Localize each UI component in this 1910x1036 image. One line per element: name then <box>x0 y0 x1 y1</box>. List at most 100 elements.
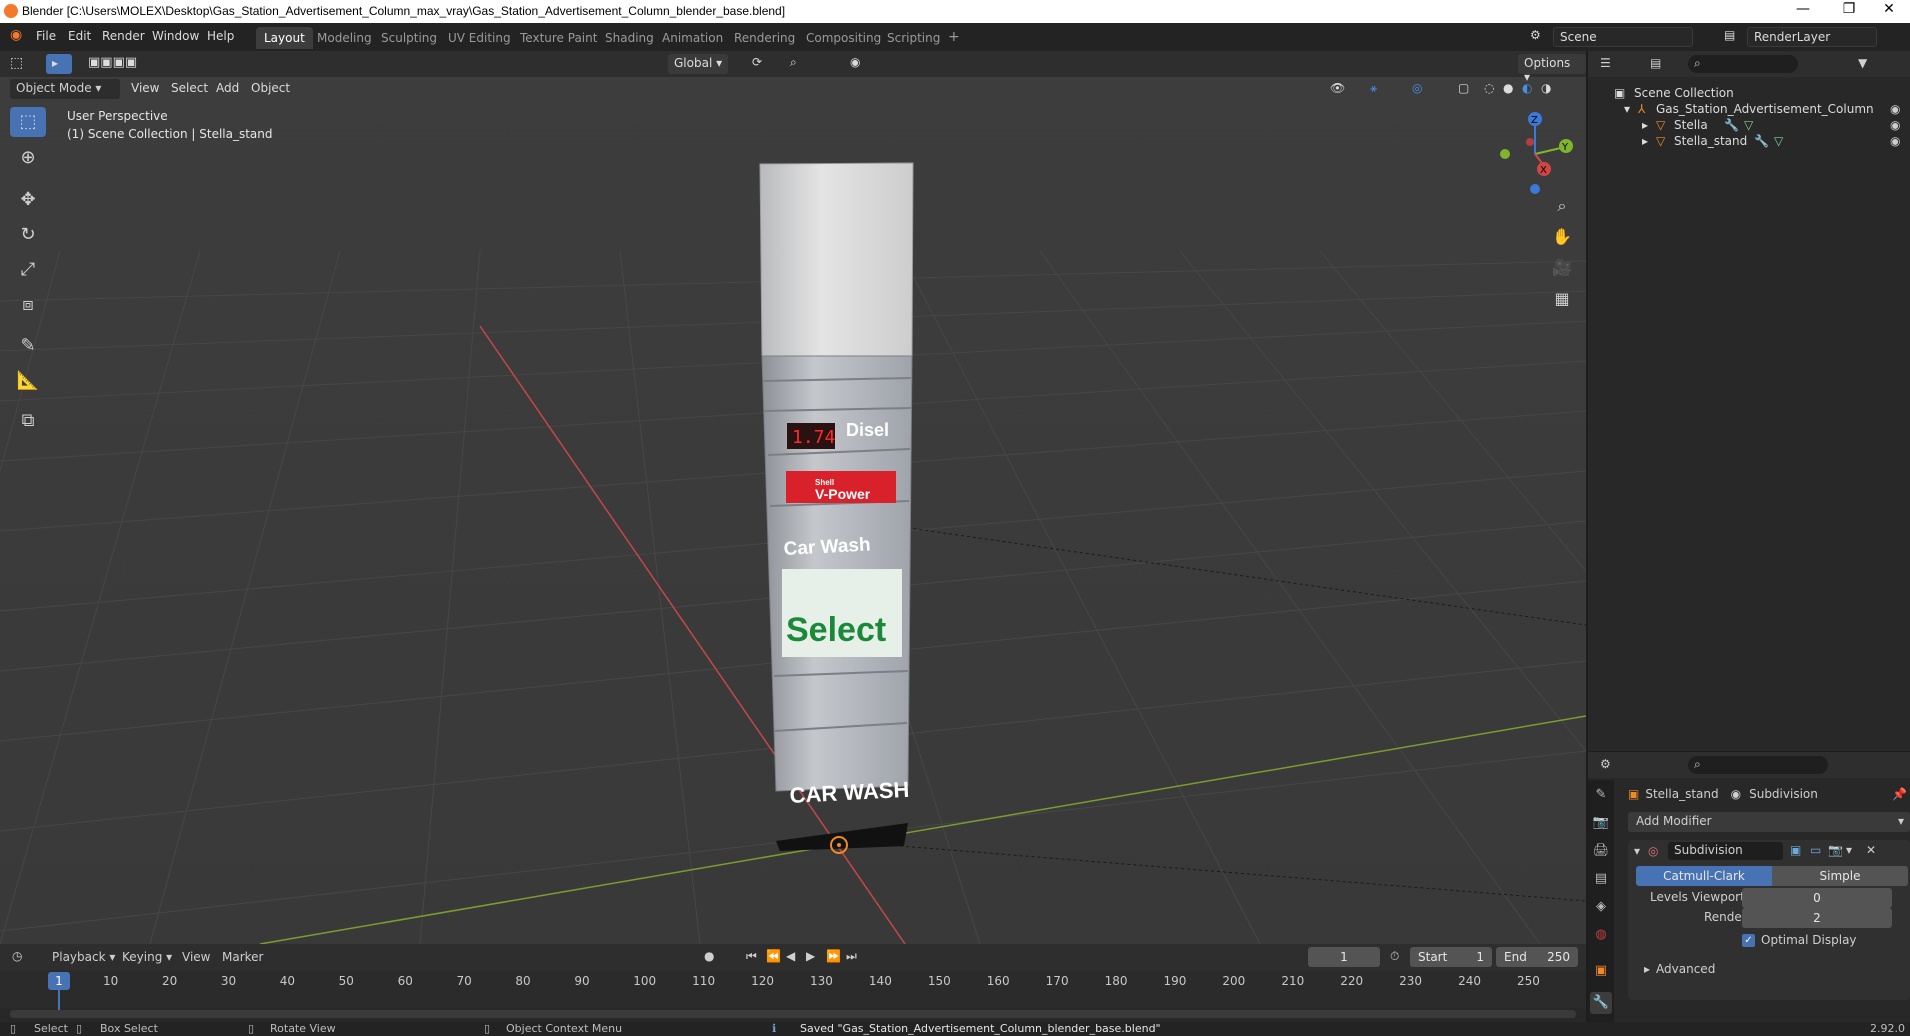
properties-search-input[interactable]: ⌕ <box>1688 756 1828 774</box>
timeline-ruler[interactable]: 1 10 20 30 40 50 60 70 80 90 100 110 120 130 140 150 16… <box>0 970 1586 1010</box>
optimal-display-checkbox[interactable]: ✓ Optimal Display <box>1742 933 1857 947</box>
editor-type-icon[interactable]: ⬚ <box>10 55 23 71</box>
rotate-icon[interactable]: ↻ <box>10 220 46 250</box>
prev-keyframe-icon[interactable]: ⏪ <box>766 949 781 963</box>
add-cube-icon[interactable]: ⧉ <box>10 406 46 436</box>
simple-button[interactable]: Simple <box>1772 866 1908 886</box>
jump-end-icon[interactable]: ⏭ <box>846 949 857 964</box>
tab-scripting[interactable]: Scripting <box>879 27 948 49</box>
object-mode-dropdown[interactable]: Object Mode ▾ <box>10 79 120 99</box>
menu-help[interactable]: Help <box>207 29 234 43</box>
menu-file[interactable]: File <box>36 29 56 43</box>
mesh-data-icon[interactable]: ▽ <box>1744 118 1753 132</box>
viewport-menu-add[interactable]: Add <box>216 81 239 95</box>
collapse-chevron-icon[interactable]: ▾ <box>1634 844 1640 858</box>
render-toggle-icon[interactable]: 📷 <box>1828 843 1843 857</box>
eye-icon[interactable]: ◉ <box>1890 102 1900 116</box>
tab-shading[interactable]: Shading <box>597 27 662 49</box>
view-layer-icon[interactable]: ▤ <box>1724 28 1735 42</box>
playhead-marker[interactable]: 1 <box>48 972 70 990</box>
display-mode-icon[interactable]: ▤ <box>1650 56 1661 70</box>
overlay-toggle-icon[interactable]: ◎ <box>1412 81 1422 95</box>
outliner-editor-icon[interactable]: ☰ <box>1600 56 1611 70</box>
modifier-menu-icon[interactable]: ▾ <box>1846 843 1852 857</box>
start-frame-field[interactable]: Start 1 <box>1410 947 1492 967</box>
render-levels-field[interactable]: 2 <box>1742 908 1892 928</box>
tab-uv-editing[interactable]: UV Editing <box>440 27 519 49</box>
navigation-gizmo[interactable]: Z Y X <box>1490 109 1580 199</box>
gizmo-toggle-icon[interactable]: ⚹ <box>1370 81 1377 96</box>
select-box-icon[interactable]: ⬚ <box>10 107 46 137</box>
measure-icon[interactable]: 📐 <box>10 366 46 396</box>
solid-shading-icon[interactable]: ● <box>1503 81 1513 95</box>
expand-chevron-icon[interactable]: ▸ <box>1642 134 1648 148</box>
timeline-menu-keying[interactable]: Keying ▾ <box>122 950 172 964</box>
timeline-editor-icon[interactable]: ◷ <box>12 949 22 963</box>
outliner-row-stella-stand[interactable]: ▸ ▽ Stella_stand 🔧 ▽ ◉ <box>1588 131 1910 151</box>
play-reverse-icon[interactable]: ◀ <box>786 949 795 963</box>
modifier-name-field[interactable]: Subdivision <box>1668 842 1783 860</box>
xray-icon[interactable]: ▢ <box>1458 81 1469 95</box>
tab-texture-paint[interactable]: Texture Paint <box>512 27 605 49</box>
transform-icon[interactable]: ⧈ <box>10 290 46 320</box>
scene-name-field[interactable]: Scene <box>1553 27 1693 47</box>
close-window-button[interactable]: ✕ <box>1866 1 1910 17</box>
tab-animation[interactable]: Animation <box>654 27 731 49</box>
levels-viewport-field[interactable]: 0 <box>1742 888 1892 908</box>
tool-tab-icon[interactable]: ✎ <box>1590 784 1612 806</box>
record-icon[interactable]: ● <box>704 949 714 963</box>
3d-viewport[interactable]: 1.74 Disel Shell V-Power Car Wash Select… <box>0 51 1586 944</box>
pan-hand-icon[interactable]: ✋ <box>1548 223 1576 251</box>
viewport-toggle-icon[interactable]: ▭ <box>1810 843 1821 857</box>
move-icon[interactable]: ✥ <box>10 185 46 215</box>
viewport-menu-object[interactable]: Object <box>251 81 290 95</box>
advanced-subpanel[interactable]: ▸ Advanced <box>1644 962 1715 976</box>
pivot-icon[interactable]: ⟳ <box>752 55 762 69</box>
options-dropdown[interactable]: Options ▾ <box>1518 54 1586 84</box>
timeline-scrollbar[interactable] <box>10 1010 1576 1018</box>
visibility-icon[interactable]: 👁 <box>1330 81 1345 95</box>
snap-icon[interactable]: ⌕ <box>790 55 797 70</box>
scene-selector-icon[interactable]: ⚙ <box>1530 28 1541 42</box>
cursor-icon[interactable]: ⊕ <box>10 143 46 173</box>
blender-menu-icon[interactable]: ◉ <box>10 27 22 43</box>
expand-chevron-icon[interactable]: ▸ <box>1642 118 1648 132</box>
properties-editor-icon[interactable]: ⚙ <box>1600 757 1611 771</box>
modifier-wrench-icon[interactable]: 🔧 <box>1754 134 1769 148</box>
scale-icon[interactable]: ⤢ <box>10 255 46 285</box>
view-layer-tab-icon[interactable]: ▤ <box>1590 868 1612 890</box>
tab-modeling[interactable]: Modeling <box>309 27 380 49</box>
rendered-shading-icon[interactable]: ◑ <box>1541 81 1551 95</box>
zoom-icon[interactable]: ⌕ <box>1548 192 1576 220</box>
menu-edit[interactable]: Edit <box>68 29 91 43</box>
filter-icon[interactable]: ▼ <box>1858 56 1867 70</box>
mesh-data-icon[interactable]: ▽ <box>1774 134 1783 148</box>
current-frame-field[interactable]: 1 <box>1308 947 1380 967</box>
catmull-clark-button[interactable]: Catmull-Clark <box>1636 866 1772 886</box>
minimize-button[interactable]: — <box>1780 1 1826 17</box>
tab-rendering[interactable]: Rendering <box>726 27 803 49</box>
ortho-grid-icon[interactable]: ▦ <box>1548 285 1576 313</box>
outliner-search-input[interactable]: ⌕ <box>1688 55 1798 73</box>
annotate-icon[interactable]: ✎ <box>10 331 46 361</box>
add-workspace-icon[interactable]: + <box>940 25 968 47</box>
timeline-menu-marker[interactable]: Marker <box>222 950 263 964</box>
viewport-menu-select[interactable]: Select <box>171 81 208 95</box>
object-tab-icon[interactable]: ▣ <box>1590 960 1612 982</box>
tab-sculpting[interactable]: Sculpting <box>373 27 445 49</box>
proportional-edit-icon[interactable]: ◉ <box>850 55 860 69</box>
eye-icon[interactable]: ◉ <box>1890 118 1900 132</box>
next-keyframe-icon[interactable]: ⏩ <box>826 949 841 963</box>
menu-window[interactable]: Window <box>152 29 199 43</box>
modifier-tab-icon[interactable]: 🔧 <box>1590 992 1612 1014</box>
material-shading-icon[interactable]: ◐ <box>1522 81 1532 95</box>
tab-layout[interactable]: Layout <box>256 27 313 49</box>
output-tab-icon[interactable]: 🖨 <box>1590 840 1612 862</box>
stopwatch-icon[interactable]: ⏱ <box>1390 949 1399 964</box>
pin-icon[interactable]: 📌 <box>1892 787 1907 801</box>
end-frame-field[interactable]: End 250 <box>1496 947 1578 967</box>
jump-start-icon[interactable]: ⏮ <box>746 949 757 964</box>
scene-tab-icon[interactable]: ◈ <box>1590 896 1612 918</box>
wireframe-shading-icon[interactable]: ◌ <box>1484 81 1494 95</box>
viewport-menu-view[interactable]: View <box>131 81 159 95</box>
